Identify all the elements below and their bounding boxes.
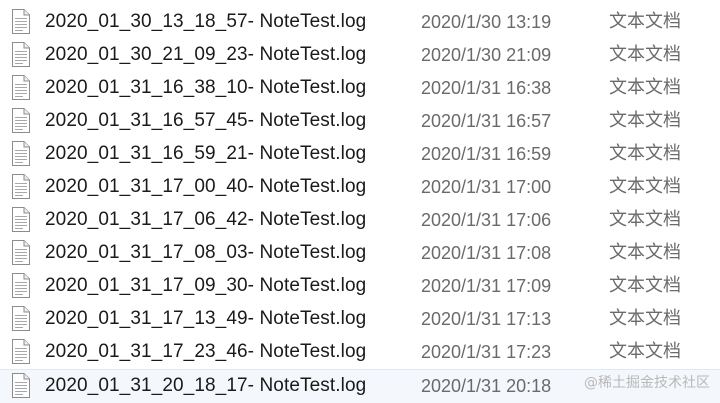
file-name: 2020_01_31_17_13_49- NoteTest.log [45,307,366,331]
file-type: 文本文档 [609,340,681,364]
file-modified-date: 2020/1/31 17:06 [421,208,551,232]
file-modified-date: 2020/1/30 21:09 [421,43,551,67]
file-row[interactable]: 2020_01_31_17_13_49- NoteTest.log 2020/1… [0,303,720,336]
file-name: 2020_01_31_17_06_42- NoteTest.log [45,208,366,232]
file-row[interactable]: 2020_01_31_17_23_46- NoteTest.log 2020/1… [0,336,720,369]
text-document-icon [11,75,31,100]
file-type: 文本文档 [609,274,681,298]
file-row[interactable]: 2020_01_31_17_08_03- NoteTest.log 2020/1… [0,237,720,270]
text-document-icon [11,306,31,331]
text-document-icon [11,339,31,364]
file-name: 2020_01_31_20_18_17- NoteTest.log [45,374,366,398]
file-type: 文本文档 [609,142,681,166]
text-document-icon [11,9,31,34]
file-modified-date: 2020/1/31 17:00 [421,175,551,199]
text-document-icon [11,207,31,232]
file-modified-date: 2020/1/31 17:08 [421,241,551,265]
file-name: 2020_01_30_21_09_23- NoteTest.log [45,43,366,67]
file-type: 文本文档 [609,175,681,199]
file-row[interactable]: 2020_01_31_16_57_45- NoteTest.log 2020/1… [0,105,720,138]
file-modified-date: 2020/1/30 13:19 [421,10,551,34]
file-name: 2020_01_31_17_00_40- NoteTest.log [45,175,366,199]
file-name: 2020_01_30_13_18_57- NoteTest.log [45,10,366,34]
file-row[interactable]: 2020_01_31_17_09_30- NoteTest.log 2020/1… [0,270,720,303]
file-modified-date: 2020/1/31 16:59 [421,142,551,166]
file-name: 2020_01_31_16_59_21- NoteTest.log [45,142,366,166]
file-name: 2020_01_31_16_38_10- NoteTest.log [45,76,366,100]
file-modified-date: 2020/1/31 17:09 [421,274,551,298]
text-document-icon [11,273,31,298]
file-type: 文本文档 [609,76,681,100]
file-modified-date: 2020/1/31 16:57 [421,109,551,133]
text-document-icon [11,240,31,265]
file-name: 2020_01_31_17_09_30- NoteTest.log [45,274,366,298]
file-type: 文本文档 [609,10,681,34]
file-modified-date: 2020/1/31 17:13 [421,307,551,331]
file-type: 文本文档 [609,109,681,133]
text-document-icon [11,108,31,133]
file-type: 文本文档 [609,307,681,331]
file-modified-date: 2020/1/31 17:23 [421,340,551,364]
file-row[interactable]: 2020_01_31_16_59_21- NoteTest.log 2020/1… [0,138,720,171]
watermark: @稀土掘金技术社区 [584,374,710,392]
file-type: 文本文档 [609,241,681,265]
file-modified-date: 2020/1/31 16:38 [421,76,551,100]
text-document-icon [11,42,31,67]
file-list: 2020_01_30_13_18_57- NoteTest.log 2020/1… [0,0,720,400]
file-type: 文本文档 [609,208,681,232]
file-row[interactable]: 2020_01_30_21_09_23- NoteTest.log 2020/1… [0,39,720,72]
file-row[interactable]: 2020_01_31_17_06_42- NoteTest.log 2020/1… [0,204,720,237]
text-document-icon [11,174,31,199]
file-type: 文本文档 [609,43,681,67]
file-row[interactable]: 2020_01_31_16_38_10- NoteTest.log 2020/1… [0,72,720,105]
text-document-icon [11,141,31,166]
file-row[interactable]: 2020_01_31_17_00_40- NoteTest.log 2020/1… [0,171,720,204]
text-document-icon [11,373,31,398]
file-row[interactable]: 2020_01_30_13_18_57- NoteTest.log 2020/1… [0,6,720,39]
file-name: 2020_01_31_17_08_03- NoteTest.log [45,241,366,265]
file-modified-date: 2020/1/31 20:18 [421,374,551,398]
file-name: 2020_01_31_17_23_46- NoteTest.log [45,340,366,364]
file-name: 2020_01_31_16_57_45- NoteTest.log [45,109,366,133]
